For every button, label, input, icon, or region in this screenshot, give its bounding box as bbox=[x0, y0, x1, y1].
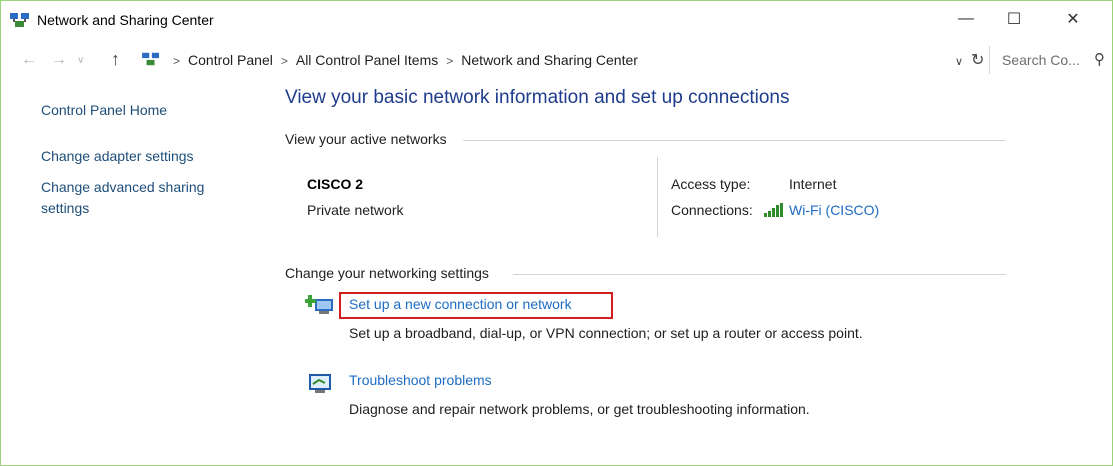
breadcrumb: > Control Panel > All Control Panel Items > N… bbox=[165, 52, 638, 68]
address-bar: ← → ∨ ↑ > Control Panel > All Control Panel… bbox=[1, 43, 1112, 77]
address-dropdown-icon[interactable]: ∨ bbox=[955, 55, 963, 68]
recent-locations-chevron-icon[interactable]: ∨ bbox=[77, 55, 84, 66]
network-center-icon bbox=[10, 13, 29, 27]
network-name: CISCO 2 bbox=[307, 176, 364, 192]
wifi-signal-icon bbox=[764, 203, 783, 217]
minimize-button[interactable]: — bbox=[943, 1, 989, 37]
maximize-button[interactable]: ☐ bbox=[991, 1, 1037, 37]
new-connection-icon bbox=[305, 295, 333, 314]
page-title: View your basic network information and … bbox=[285, 87, 790, 108]
vertical-divider bbox=[657, 157, 658, 237]
access-type-label: Access type: bbox=[671, 176, 751, 192]
title-bar: Network and Sharing Center — ☐ ✕ bbox=[1, 1, 1112, 39]
close-button[interactable]: ✕ bbox=[1050, 1, 1096, 37]
search-box[interactable]: ⚲ bbox=[989, 46, 1109, 74]
troubleshoot-description: Diagnose and repair network problems, or… bbox=[349, 401, 810, 417]
search-icon[interactable]: ⚲ bbox=[1094, 50, 1105, 68]
section-divider bbox=[513, 274, 1006, 275]
breadcrumb-all-items[interactable]: All Control Panel Items bbox=[296, 52, 438, 68]
refresh-icon[interactable]: ↻ bbox=[971, 50, 984, 70]
sidebar-item-control-panel-home[interactable]: Control Panel Home bbox=[41, 100, 167, 121]
section-divider bbox=[463, 140, 1006, 141]
sidebar-item-advanced-sharing[interactable]: Change advanced sharing settings bbox=[41, 177, 231, 219]
breadcrumb-separator-icon[interactable]: > bbox=[281, 54, 288, 68]
network-sharing-window: Network and Sharing Center — ☐ ✕ ← → ∨ ↑… bbox=[0, 0, 1113, 466]
troubleshoot-link[interactable]: Troubleshoot problems bbox=[349, 372, 492, 388]
breadcrumb-control-panel[interactable]: Control Panel bbox=[188, 52, 273, 68]
breadcrumb-separator-icon[interactable]: > bbox=[446, 54, 453, 68]
wifi-connection-link[interactable]: Wi-Fi (CISCO) bbox=[789, 202, 879, 218]
window-title: Network and Sharing Center bbox=[37, 12, 214, 28]
connections-label: Connections: bbox=[671, 202, 753, 218]
breadcrumb-separator-icon[interactable]: > bbox=[173, 54, 180, 68]
troubleshoot-icon bbox=[309, 374, 331, 393]
active-networks-label: View your active networks bbox=[285, 131, 447, 147]
setup-connection-description: Set up a broadband, dial-up, or VPN conn… bbox=[349, 325, 863, 341]
search-input[interactable] bbox=[1000, 51, 1086, 69]
forward-arrow-icon[interactable]: → bbox=[51, 51, 67, 69]
up-arrow-icon[interactable]: ↑ bbox=[111, 49, 120, 70]
access-type-value: Internet bbox=[789, 176, 837, 192]
change-settings-label: Change your networking settings bbox=[285, 265, 489, 281]
control-panel-icon bbox=[142, 52, 159, 66]
sidebar-item-adapter-settings[interactable]: Change adapter settings bbox=[41, 146, 194, 167]
network-type: Private network bbox=[307, 202, 404, 218]
highlight-annotation-box bbox=[339, 292, 613, 319]
breadcrumb-network-center[interactable]: Network and Sharing Center bbox=[461, 52, 638, 68]
back-arrow-icon[interactable]: ← bbox=[21, 51, 37, 69]
